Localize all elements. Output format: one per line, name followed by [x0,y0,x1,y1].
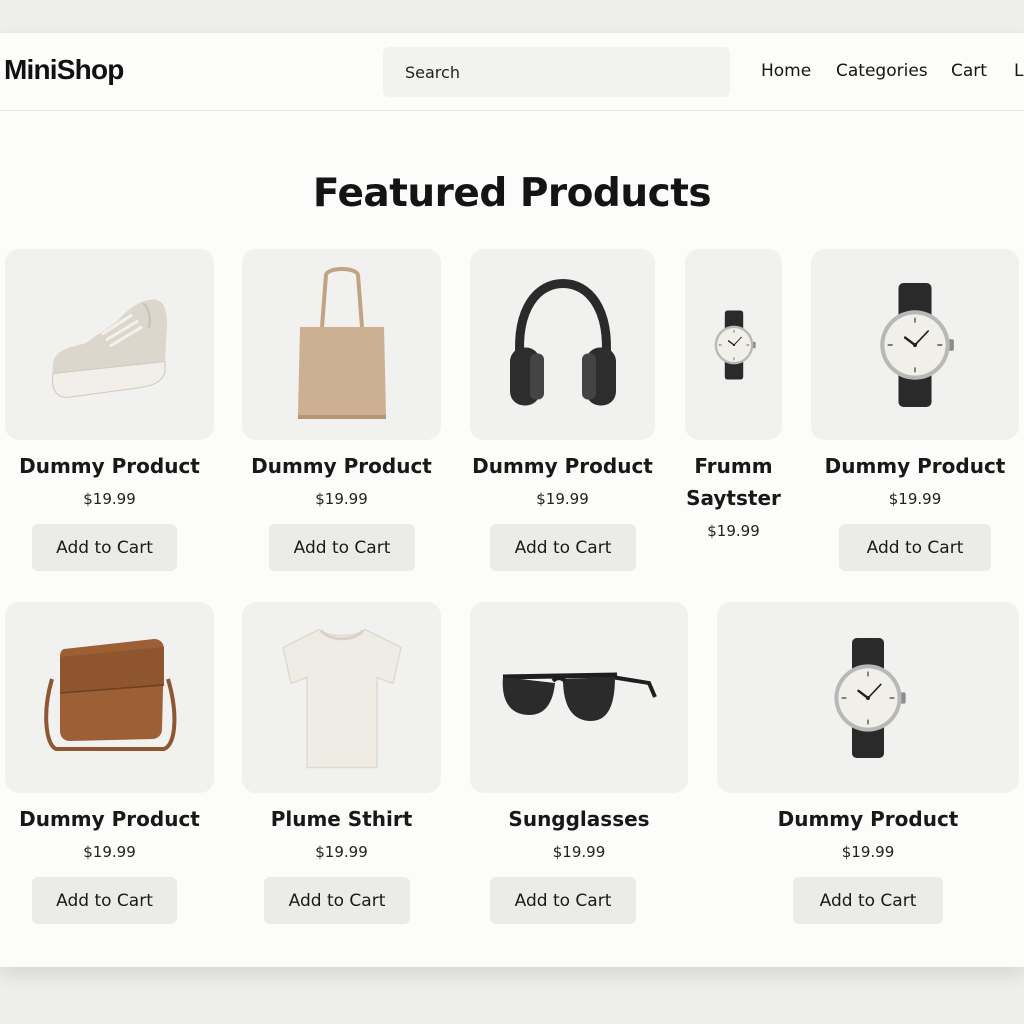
product-name[interactable]: Dummy Product [5,803,214,835]
app-window: MiniShop Home Categories Cart L Featured… [0,33,1024,967]
add-to-cart-button[interactable]: Add to Cart [793,877,943,924]
nav-cart[interactable]: Cart [951,61,987,81]
product-image[interactable] [470,249,655,440]
product-name[interactable]: Dummy Product [811,450,1019,482]
product-price: $19.99 [83,490,136,508]
product-price: $19.99 [707,522,760,540]
sunglasses-icon [502,672,657,721]
page-title: Featured Products [312,171,712,216]
product-name[interactable]: Plume Sthirt [242,803,441,835]
product-price: $19.99 [552,843,606,861]
nav-login[interactable]: L [1014,61,1023,81]
nav-categories[interactable]: Categories [836,61,928,81]
product-image[interactable] [5,249,214,440]
product-price: $19.99 [83,843,136,861]
headphones-icon [509,278,616,405]
product-image[interactable] [685,249,782,440]
product-name[interactable]: Frumm Saytster [685,450,782,514]
add-to-cart-button[interactable]: Add to Cart [269,524,415,571]
sneaker-icon [51,299,167,398]
add-to-cart-button[interactable]: Add to Cart [490,524,636,571]
product-name[interactable]: Dummy Product [242,450,441,482]
product-image[interactable] [5,602,214,793]
t-shirt-icon [281,628,402,768]
add-to-cart-button[interactable]: Add to Cart [264,877,410,924]
product-image[interactable] [470,602,688,793]
top-bar: MiniShop Home Categories Cart L [0,33,1024,111]
wristwatch-icon [711,306,757,384]
product-image[interactable] [811,249,1019,440]
product-price: $19.99 [888,490,942,508]
product-image[interactable] [242,602,441,793]
product-price: $19.99 [315,843,368,861]
product-image[interactable] [717,602,1019,793]
product-name[interactable]: Dummy Product [470,450,655,482]
nav-home[interactable]: Home [761,61,811,81]
product-name[interactable]: Sungglasses [470,803,688,835]
product-name[interactable]: Dummy Product [5,450,214,482]
add-to-cart-button[interactable]: Add to Cart [32,524,177,571]
product-image[interactable] [242,249,441,440]
product-name[interactable]: Dummy Product [717,803,1019,835]
add-to-cart-button[interactable]: Add to Cart [839,524,991,571]
shoulder-bag-icon [43,638,176,751]
wristwatch-icon [872,283,958,407]
product-price: $19.99 [841,843,895,861]
tote-bag-icon [297,266,386,419]
add-to-cart-button[interactable]: Add to Cart [32,877,177,924]
product-price: $19.99 [536,490,589,508]
add-to-cart-button[interactable]: Add to Cart [490,877,636,924]
wristwatch-icon [827,638,909,758]
main-nav: Home Categories Cart L [0,61,1024,85]
product-price: $19.99 [315,490,368,508]
